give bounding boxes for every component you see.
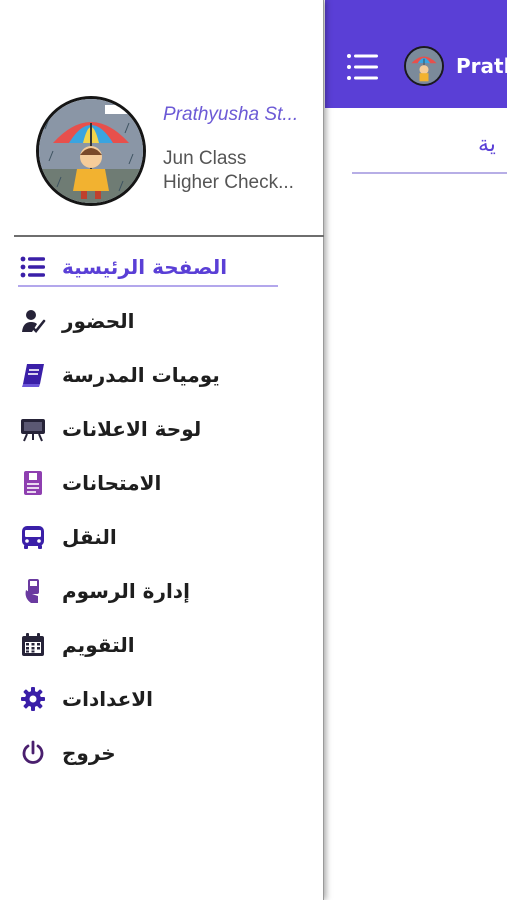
menu-item-calendar[interactable]: التقويم — [18, 622, 298, 668]
menu-item-attendance[interactable]: الحضور — [18, 298, 298, 344]
bus-icon — [18, 522, 48, 552]
book-icon — [18, 360, 48, 390]
header-divider — [14, 235, 324, 237]
noticeboard-icon — [18, 414, 48, 444]
menu-item-label: النقل — [62, 525, 117, 549]
background-tab-underline — [352, 172, 507, 174]
girl-umbrella-icon — [406, 48, 442, 84]
calendar-icon — [18, 630, 48, 660]
menu-item-label: لوحة الاعلانات — [62, 417, 202, 441]
menu-item-label: التقويم — [62, 633, 135, 657]
girl-umbrella-icon — [39, 99, 143, 203]
menu-item-exams[interactable]: الامتحانات — [18, 460, 298, 506]
menu-item-label: يوميات المدرسة — [62, 363, 220, 387]
menu-item-settings[interactable]: الاعدادات — [18, 676, 298, 722]
profile-name: Prathyusha St... — [163, 104, 299, 125]
user-check-icon — [18, 306, 48, 336]
menu-item-label: الامتحانات — [62, 471, 162, 495]
menu-item-label: الحضور — [62, 309, 135, 333]
profile-class: Jun Class — [163, 148, 247, 169]
menu-item-notice-board[interactable]: لوحة الاعلانات — [18, 406, 298, 452]
profile-avatar[interactable] — [36, 96, 146, 206]
gear-icon — [18, 684, 48, 714]
menu-item-logout[interactable]: خروج — [18, 730, 298, 776]
menu-item-school-diary[interactable]: يوميات المدرسة — [18, 352, 298, 398]
navigation-drawer: Prathyusha St... Jun Class Higher Check.… — [0, 0, 324, 900]
power-icon — [18, 738, 48, 768]
menu-item-label: خروج — [62, 741, 116, 765]
exam-paper-icon — [18, 468, 48, 498]
list-icon — [18, 252, 48, 282]
background-tab-label[interactable]: ية — [478, 132, 496, 157]
menu-item-label: الاعدادات — [62, 687, 154, 711]
student-avatar-small[interactable] — [404, 46, 444, 86]
hamburger-icon — [347, 54, 378, 80]
menu-toggle-button[interactable] — [345, 50, 381, 84]
student-name-header: Prath — [456, 54, 507, 78]
menu-item-fee-management[interactable]: إدارة الرسوم — [18, 568, 298, 614]
menu-item-home[interactable]: الصفحة الرئيسية — [18, 244, 298, 290]
menu-item-label: إدارة الرسوم — [62, 579, 190, 603]
menu-item-transport[interactable]: النقل — [18, 514, 298, 560]
active-item-underline — [18, 285, 278, 287]
menu-item-label: الصفحة الرئيسية — [62, 255, 228, 279]
fee-hand-icon — [18, 576, 48, 606]
profile-school: Higher Check... — [163, 172, 294, 193]
